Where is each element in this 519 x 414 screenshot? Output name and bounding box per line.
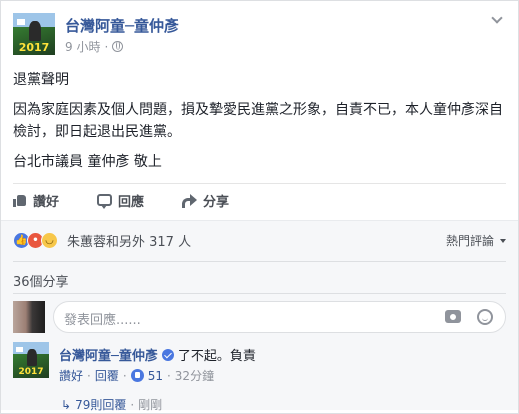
meta-separator: · [104,39,109,54]
avatar-year: 2017 [18,41,50,54]
comment-like-link[interactable]: 讚好 [59,367,83,384]
action-divider [13,183,506,184]
post-meta: 9 小時 · [65,38,124,55]
chevron-down-icon[interactable] [490,13,504,27]
facebook-post-card: 2017 台灣阿童─童仲彥 9 小時 · 退黨聲明 因為家庭因素及個人問題，損及… [0,0,519,414]
verified-badge-icon [161,348,174,361]
post-time[interactable]: 9 小時 [65,38,100,55]
shares-divider [13,293,506,294]
share-button[interactable]: 分享 [182,188,229,212]
shares-count[interactable]: 36個分享 [13,271,69,290]
comment-item: 台灣阿童─童仲彥 了不起。負責 [59,345,256,364]
post-paragraph-title: 退黨聲明 [13,72,69,88]
post-paragraph-statement: 因為家庭因素及個人問題，損及摯愛民進黨之形象，自責不已，本人童仲彥深自檢討，即日… [13,102,503,140]
like-label: 讚好 [33,194,60,210]
comment-sep-2: · [122,368,127,383]
reply-author-avatar[interactable]: 2017 [13,342,49,378]
haha-icon: ◡ [41,232,58,249]
avatar-figure [29,21,41,41]
comment-like-count[interactable]: 51 [148,369,163,383]
reply-avatar-flag [16,347,23,352]
comment-actions: 讚好 · 回覆 · 51 · 32分鐘 [59,367,214,384]
comment-sep-1: · [87,368,91,383]
comment-text: 了不起。負責 [177,349,256,364]
like-count-icon [130,369,144,382]
comment-icon [97,194,113,209]
comment-reply-link[interactable]: 回覆 [95,367,119,384]
view-replies-link[interactable]: ↳ 79則回覆 · 剛剛 [61,396,162,413]
comment-input[interactable]: 發表回應...... [53,301,506,333]
page-avatar[interactable]: 2017 [13,13,55,55]
caret-down-icon [500,238,506,243]
sort-label: 熱門評論 [445,234,494,248]
post-body: 退黨聲明 因為家庭因素及個人問題，損及摯愛民進黨之形象，自責不已，本人童仲彥深自… [13,69,508,181]
comment-author-link[interactable]: 台灣阿童─童仲彥 [59,345,158,364]
reactions-summary[interactable]: 👍 • ◡ 朱蕙蓉和另外 317 人 [13,231,191,250]
globe-icon [112,41,124,52]
post-paragraph-signature: 台北市議員 童仲彥 敬上 [13,154,162,170]
post-actions: 讚好 回應 分享 [13,188,229,212]
replies-time: 剛剛 [138,398,163,412]
comment-label: 回應 [118,194,145,210]
reaction-icons: 👍 • ◡ [13,232,58,249]
comment-sep-3: · [166,368,171,383]
comment-time[interactable]: 32分鐘 [175,367,214,384]
reply-avatar-figure [27,349,37,366]
share-arrow-icon [182,193,198,208]
comment-button[interactable]: 回應 [97,188,144,212]
reply-avatar-year: 2017 [18,367,44,377]
page-name-link[interactable]: 台灣阿童─童仲彥 [65,15,179,36]
reactions-divider [13,261,506,262]
like-button[interactable]: 讚好 [13,188,59,212]
replies-count: 79則回覆 [75,398,127,412]
camera-icon[interactable] [445,310,461,323]
reply-arrow-icon: ↳ [61,397,72,412]
sticker-icon[interactable] [477,309,493,325]
user-avatar[interactable] [13,301,45,333]
share-label: 分享 [203,194,230,210]
comment-placeholder: 發表回應...... [64,313,141,328]
feedback-section: 👍 • ◡ 朱蕙蓉和另外 317 人 熱門評論 36個分享 發表回應......… [1,220,518,413]
thumbs-up-icon [13,194,27,207]
avatar-flag [17,19,25,25]
comment-sort-dropdown[interactable]: 熱門評論 [446,232,506,249]
reaction-count-text[interactable]: 朱蕙蓉和另外 317 人 [67,231,191,250]
replies-sep: · [130,397,135,412]
